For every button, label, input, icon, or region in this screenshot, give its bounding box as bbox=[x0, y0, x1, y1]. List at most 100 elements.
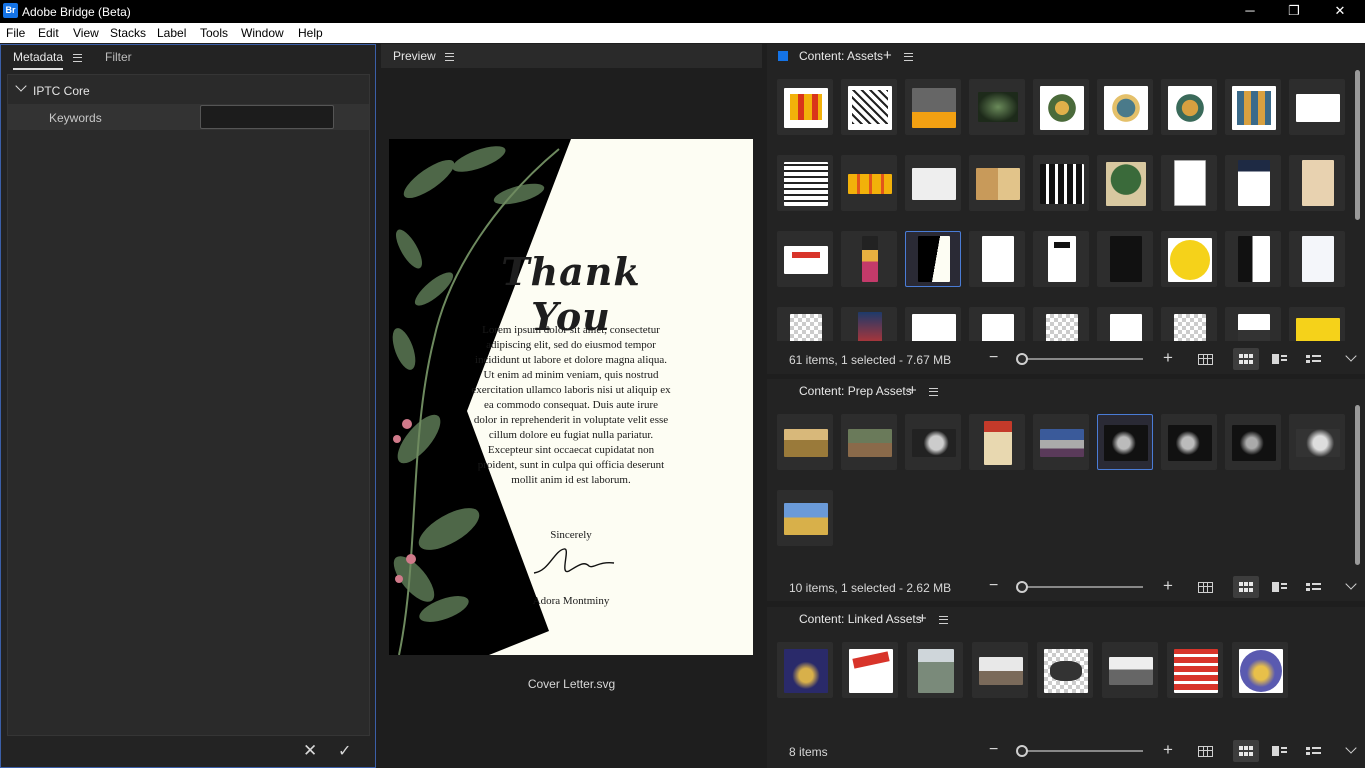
thumbnail-view-button[interactable] bbox=[1233, 576, 1259, 598]
asset-thumbnail[interactable] bbox=[905, 307, 961, 341]
thumbnail-size-slider[interactable] bbox=[1023, 586, 1143, 588]
asset-thumbnail[interactable] bbox=[1289, 307, 1345, 341]
asset-thumbnail[interactable] bbox=[1232, 642, 1288, 698]
asset-thumbnail[interactable] bbox=[1289, 231, 1345, 287]
zoom-in-icon[interactable]: + bbox=[1163, 740, 1173, 760]
menu-window[interactable]: Window bbox=[241, 26, 284, 40]
asset-thumbnail[interactable] bbox=[972, 642, 1028, 698]
zoom-out-icon[interactable]: − bbox=[989, 741, 998, 759]
preview-menu-icon[interactable] bbox=[445, 53, 454, 61]
asset-thumbnail[interactable] bbox=[1161, 155, 1217, 211]
minimize-button[interactable]: ─ bbox=[1227, 0, 1273, 23]
asset-thumbnail[interactable] bbox=[1033, 79, 1089, 135]
restore-button[interactable]: ❐ bbox=[1271, 0, 1317, 23]
asset-thumbnail[interactable] bbox=[969, 307, 1025, 341]
thumbnail-view-button[interactable] bbox=[1233, 348, 1259, 370]
menu-view[interactable]: View bbox=[73, 26, 99, 40]
thumbnail-size-slider[interactable] bbox=[1023, 358, 1143, 360]
panel-menu-icon[interactable] bbox=[939, 616, 948, 624]
asset-thumbnail[interactable] bbox=[777, 231, 833, 287]
asset-thumbnail[interactable] bbox=[1102, 642, 1158, 698]
asset-thumbnail[interactable] bbox=[1225, 414, 1281, 470]
close-window-button[interactable]: ✕ bbox=[1317, 0, 1363, 23]
asset-thumbnail[interactable] bbox=[1037, 642, 1093, 698]
asset-thumbnail[interactable] bbox=[1225, 155, 1281, 211]
asset-thumbnail[interactable] bbox=[841, 231, 897, 287]
asset-thumbnail[interactable] bbox=[777, 155, 833, 211]
details-view-button[interactable] bbox=[1266, 576, 1292, 598]
prep-assets-scrollbar[interactable] bbox=[1355, 405, 1360, 565]
asset-thumbnail[interactable] bbox=[777, 414, 833, 470]
asset-thumbnail[interactable] bbox=[1161, 307, 1217, 341]
apply-icon[interactable]: ✓ bbox=[338, 741, 351, 761]
asset-thumbnail[interactable] bbox=[1033, 414, 1089, 470]
zoom-in-icon[interactable]: + bbox=[1163, 576, 1173, 596]
asset-thumbnail[interactable] bbox=[969, 79, 1025, 135]
tab-filter[interactable]: Filter bbox=[105, 50, 132, 64]
asset-thumbnail[interactable] bbox=[1289, 155, 1345, 211]
details-view-button[interactable] bbox=[1266, 348, 1292, 370]
thumbnail-view-button[interactable] bbox=[1233, 740, 1259, 762]
asset-thumbnail-selected[interactable] bbox=[905, 231, 961, 287]
asset-thumbnail[interactable] bbox=[905, 414, 961, 470]
asset-thumbnail[interactable] bbox=[1161, 79, 1217, 135]
asset-thumbnail[interactable] bbox=[842, 642, 898, 698]
asset-thumbnail[interactable] bbox=[1225, 231, 1281, 287]
asset-thumbnail[interactable] bbox=[1097, 155, 1153, 211]
menu-label[interactable]: Label bbox=[157, 26, 186, 40]
chevron-down-icon[interactable] bbox=[1345, 350, 1357, 362]
asset-thumbnail-selected[interactable] bbox=[1097, 414, 1153, 470]
tab-content-linked-assets[interactable]: Content: Linked Assets bbox=[799, 612, 922, 626]
menu-help[interactable]: Help bbox=[298, 26, 323, 40]
panel-menu-icon[interactable] bbox=[904, 53, 913, 61]
asset-thumbnail[interactable] bbox=[841, 307, 897, 341]
add-tab-icon[interactable]: + bbox=[918, 611, 927, 626]
chevron-down-icon[interactable] bbox=[1345, 742, 1357, 754]
asset-thumbnail[interactable] bbox=[1289, 79, 1345, 135]
asset-thumbnail[interactable] bbox=[1167, 642, 1223, 698]
asset-thumbnail[interactable] bbox=[1225, 79, 1281, 135]
asset-thumbnail[interactable] bbox=[841, 414, 897, 470]
asset-thumbnail[interactable] bbox=[905, 79, 961, 135]
slider-knob[interactable] bbox=[1016, 353, 1028, 365]
slider-knob[interactable] bbox=[1016, 745, 1028, 757]
menu-edit[interactable]: Edit bbox=[38, 26, 59, 40]
asset-thumbnail[interactable] bbox=[1033, 231, 1089, 287]
grid-lock-button[interactable] bbox=[1192, 740, 1218, 762]
add-tab-icon[interactable]: + bbox=[908, 383, 917, 398]
asset-thumbnail[interactable] bbox=[1097, 231, 1153, 287]
asset-thumbnail[interactable] bbox=[841, 79, 897, 135]
grid-lock-button[interactable] bbox=[1192, 576, 1218, 598]
cancel-icon[interactable]: ✕ bbox=[303, 741, 317, 761]
asset-thumbnail[interactable] bbox=[841, 155, 897, 211]
tab-content-assets[interactable]: Content: Assets bbox=[799, 49, 883, 63]
asset-thumbnail[interactable] bbox=[777, 642, 833, 698]
grid-lock-button[interactable] bbox=[1192, 348, 1218, 370]
metadata-menu-icon[interactable] bbox=[73, 54, 82, 62]
assets-scrollbar[interactable] bbox=[1355, 70, 1360, 220]
thumbnail-size-slider[interactable] bbox=[1023, 750, 1143, 752]
add-tab-icon[interactable]: + bbox=[883, 48, 892, 63]
keywords-field[interactable] bbox=[200, 105, 334, 129]
asset-thumbnail[interactable] bbox=[1033, 307, 1089, 341]
asset-thumbnail[interactable] bbox=[1097, 79, 1153, 135]
list-view-button[interactable] bbox=[1300, 348, 1326, 370]
asset-thumbnail[interactable] bbox=[777, 490, 833, 546]
tab-preview[interactable]: Preview bbox=[393, 49, 436, 63]
zoom-out-icon[interactable]: − bbox=[989, 349, 998, 367]
iptc-core-section[interactable]: IPTC Core bbox=[8, 79, 369, 101]
menu-tools[interactable]: Tools bbox=[200, 26, 228, 40]
menu-file[interactable]: File bbox=[6, 26, 25, 40]
chevron-down-icon[interactable] bbox=[1345, 578, 1357, 590]
asset-thumbnail[interactable] bbox=[1289, 414, 1345, 470]
menu-stacks[interactable]: Stacks bbox=[110, 26, 146, 40]
asset-thumbnail[interactable] bbox=[1097, 307, 1153, 341]
tab-metadata[interactable]: Metadata bbox=[13, 50, 64, 70]
preview-image[interactable]: Thank You Lorem ipsum dolor sit amet, co… bbox=[389, 139, 753, 655]
asset-thumbnail[interactable] bbox=[777, 307, 833, 341]
asset-thumbnail[interactable] bbox=[1225, 307, 1281, 341]
zoom-out-icon[interactable]: − bbox=[989, 577, 998, 595]
asset-thumbnail[interactable] bbox=[1033, 155, 1089, 211]
tab-content-prep-assets[interactable]: Content: Prep Assets bbox=[799, 384, 912, 398]
asset-thumbnail[interactable] bbox=[969, 155, 1025, 211]
